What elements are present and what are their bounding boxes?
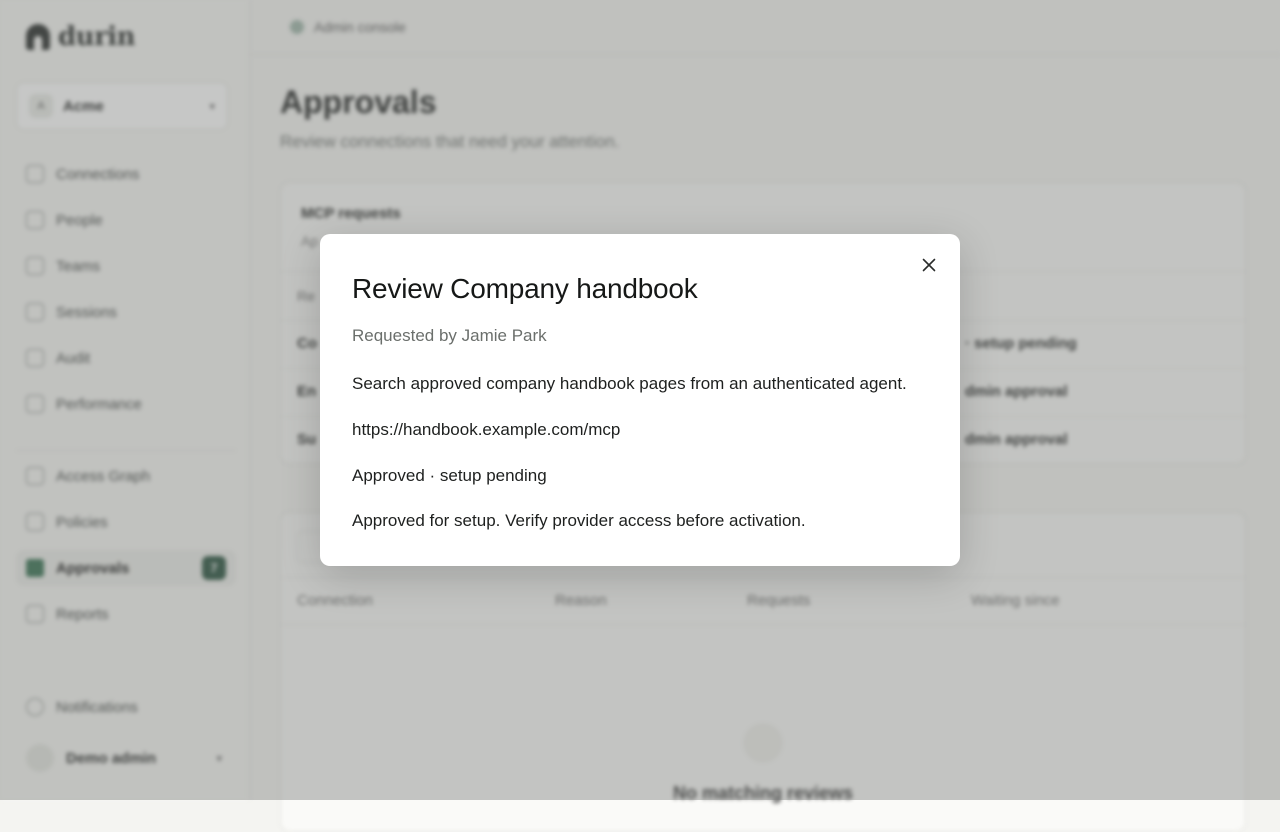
connection-description: Search approved company handbook pages f… [352, 374, 907, 393]
connection-url: https://handbook.example.com/mcp [352, 420, 621, 439]
dialog-title: Review Company handbook [352, 273, 698, 304]
review-dialog: Review Company handbook Requested by Jam… [320, 234, 960, 566]
requested-by: Requested by Jamie Park [352, 326, 547, 345]
close-button[interactable] [918, 254, 940, 276]
close-icon [922, 258, 936, 272]
approval-note: Approved for setup. Verify provider acce… [352, 511, 806, 530]
approval-status: Approved · setup pending [352, 466, 547, 485]
